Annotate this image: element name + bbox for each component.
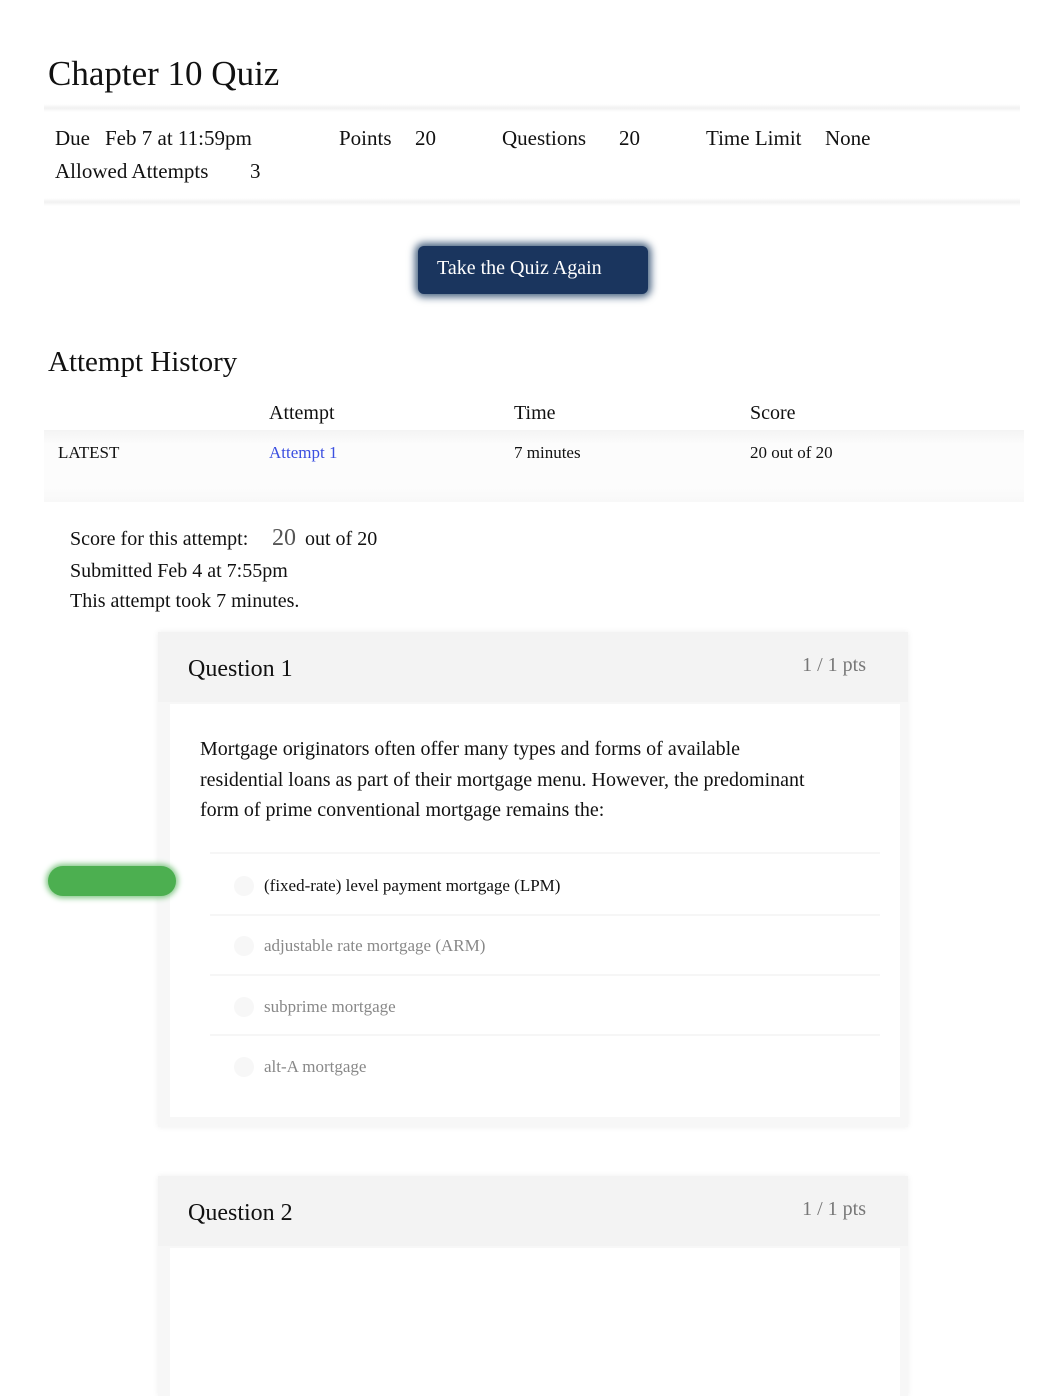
col-attempt: Attempt: [269, 402, 335, 424]
answer-option: alt-A mortgage: [264, 1057, 367, 1076]
attempts-value: 3: [250, 159, 261, 183]
attempts-label: Allowed Attempts: [55, 159, 209, 183]
col-time: Time: [514, 402, 556, 424]
attempt-link[interactable]: Attempt 1: [269, 443, 337, 463]
table-row: [44, 430, 1024, 502]
time-limit-label: Time Limit: [706, 126, 802, 150]
attempt-time: 7 minutes: [514, 443, 581, 462]
question-points: 1 / 1 pts: [802, 654, 866, 676]
questions-label: Questions: [502, 126, 586, 150]
duration-text: This attempt took 7 minutes.: [70, 590, 300, 612]
answer-option: subprime mortgage: [264, 997, 396, 1016]
radio-icon[interactable]: [234, 997, 254, 1017]
score-out-of: out of 20: [305, 528, 378, 550]
radio-icon[interactable]: [234, 876, 254, 896]
col-score: Score: [750, 402, 796, 424]
divider: [44, 198, 1020, 206]
question-title: Question 1: [188, 656, 293, 682]
take-quiz-again-button[interactable]: Take the Quiz Again: [418, 246, 648, 294]
questions-value: 20: [619, 126, 640, 150]
radio-icon[interactable]: [234, 936, 254, 956]
submitted-text: Submitted Feb 4 at 7:55pm: [70, 560, 288, 582]
attempt-history-title: Attempt History: [48, 346, 238, 378]
page-title: Chapter 10 Quiz: [48, 54, 280, 93]
time-limit-value: None: [825, 126, 871, 150]
question-points: 1 / 1 pts: [802, 1198, 866, 1220]
points-value: 20: [415, 126, 436, 150]
question-title: Question 2: [188, 1200, 293, 1226]
score-label: Score for this attempt:: [70, 528, 249, 550]
question-card-2: Question 2 1 / 1 pts: [158, 1176, 908, 1396]
attempt-score: 20 out of 20: [750, 443, 833, 462]
question-card-1: Question 1 1 / 1 pts Mortgage originators…: [158, 632, 908, 1127]
question-text: Mortgage originators often offer many ty…: [200, 738, 805, 821]
answer-option: adjustable rate mortgage (ARM): [264, 936, 486, 955]
latest-tag: LATEST: [58, 443, 120, 462]
radio-icon[interactable]: [234, 1057, 254, 1077]
score-value: 20: [272, 525, 296, 551]
due-value: Feb 7 at 11:59pm: [105, 126, 252, 150]
answer-option: (fixed-rate) level payment mortgage (LPM…: [264, 876, 561, 895]
correct-answer-marker: [48, 866, 176, 896]
points-label: Points: [339, 126, 392, 150]
due-label: Due: [55, 126, 90, 150]
divider: [44, 104, 1020, 112]
